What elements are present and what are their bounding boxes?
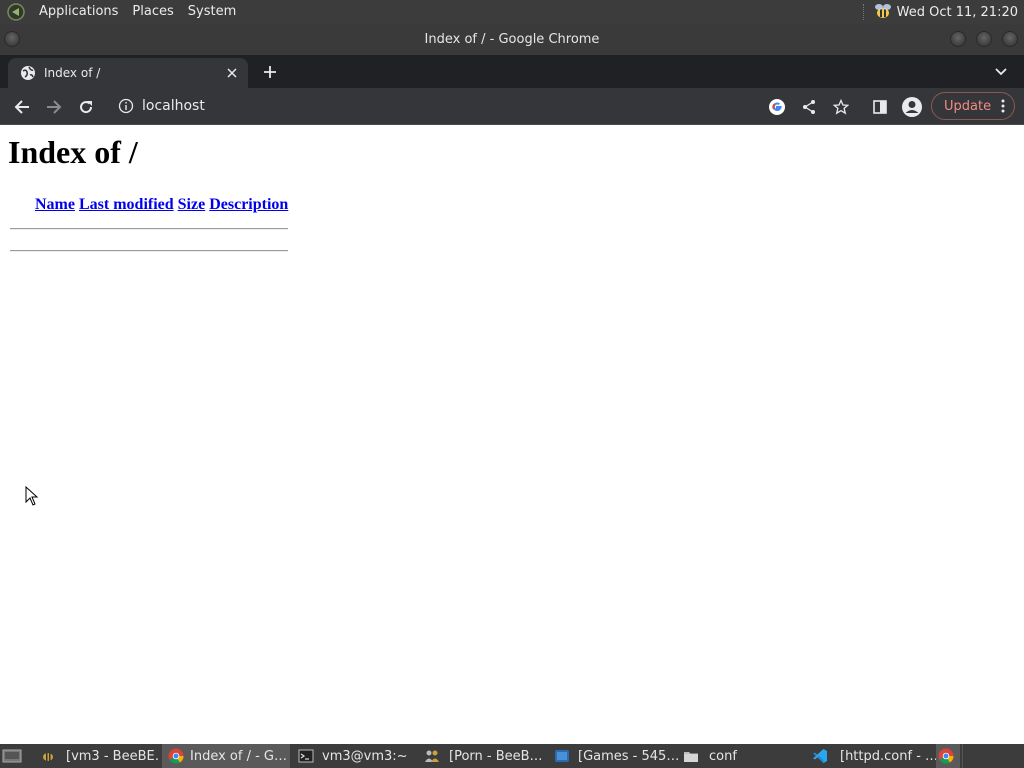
divider-bottom (10, 250, 288, 252)
sort-by-description-link[interactable]: Description (209, 196, 288, 214)
maximize-button[interactable] (976, 31, 992, 47)
task-label: [httpd.conf - … (840, 748, 936, 764)
task-label: [Porn - BeeB… (449, 748, 543, 764)
task-label: vm3@vm3:~ (322, 748, 408, 764)
applications-menu[interactable]: Applications (32, 0, 125, 24)
system-menu[interactable]: System (181, 0, 243, 24)
update-label: Update (944, 98, 992, 114)
reload-icon[interactable] (75, 96, 97, 118)
new-tab-icon[interactable] (260, 62, 280, 82)
kebab-menu-icon[interactable] (1000, 98, 1006, 114)
app-icon (554, 748, 570, 764)
panel-clock[interactable]: Wed Oct 11, 21:20 (897, 5, 1024, 20)
task-beebeep-porn[interactable]: [Porn - BeeB… (424, 744, 546, 768)
bee-tray-icon[interactable] (873, 2, 893, 22)
sort-by-name-link[interactable]: Name (35, 196, 75, 214)
task-label: [Games - 545… (578, 748, 678, 764)
url-text: localhost (142, 98, 205, 114)
top-panel: Applications Places System Wed Oct 11, 2… (0, 0, 1024, 24)
forward-arrow-icon[interactable] (43, 96, 65, 118)
close-window-button[interactable] (1002, 31, 1018, 47)
bee-icon (40, 748, 56, 764)
tray-separator (862, 4, 867, 20)
chrome-icon (168, 748, 184, 764)
listing-header-row: Name Last modified Size Description (10, 196, 288, 214)
chevron-down-icon[interactable] (991, 62, 1011, 82)
back-arrow-icon[interactable] (11, 96, 33, 118)
chrome-icon (938, 748, 954, 764)
task-chrome-extra[interactable] (936, 744, 960, 768)
distro-logo-icon[interactable] (6, 2, 26, 22)
taskbar: [vm3 - BeeBE… Index of / - G… vm3@vm3:~ … (0, 744, 1024, 768)
update-button[interactable]: Update (931, 92, 1015, 120)
task-label: conf (709, 748, 737, 764)
people-icon (424, 748, 440, 764)
google-lens-icon[interactable] (766, 96, 788, 118)
address-bar[interactable]: localhost (110, 92, 766, 120)
folder-icon (683, 748, 699, 764)
task-conf-folder[interactable]: conf (683, 744, 803, 768)
task-chrome-index[interactable]: Index of / - G… (162, 744, 290, 768)
tab-strip: Index of / (0, 55, 1024, 88)
task-beebeep-vm3[interactable]: [vm3 - BeeBE… (36, 744, 160, 768)
task-label: [vm3 - BeeBE… (66, 748, 160, 764)
sort-by-size-link[interactable]: Size (178, 196, 206, 214)
side-panel-icon[interactable] (869, 96, 891, 118)
task-label: Index of / - G… (190, 748, 287, 764)
info-icon[interactable] (118, 98, 134, 114)
minimize-button[interactable] (950, 31, 966, 47)
workspace-switcher[interactable] (962, 744, 1022, 768)
places-menu[interactable]: Places (125, 0, 180, 24)
window-titlebar[interactable]: Index of / - Google Chrome (0, 24, 1024, 55)
tab-title: Index of / (44, 66, 101, 80)
tab-index-of[interactable]: Index of / (8, 58, 248, 88)
directory-listing: Name Last modified Size Description (10, 196, 288, 252)
browser-toolbar: localhost Update (0, 88, 1024, 125)
terminal-icon (298, 748, 314, 764)
window-title: Index of / - Google Chrome (424, 32, 600, 47)
close-tab-icon[interactable] (224, 65, 240, 81)
profile-avatar-icon[interactable] (901, 96, 923, 118)
globe-icon (20, 65, 36, 81)
task-games[interactable]: [Games - 545… (554, 744, 678, 768)
window-menu-button[interactable] (4, 31, 20, 47)
show-desktop-icon[interactable] (2, 748, 22, 764)
page-content: Index of / Name Last modified Size Descr… (0, 126, 1024, 743)
share-icon[interactable] (798, 96, 820, 118)
task-terminal[interactable]: vm3@vm3:~ (296, 744, 416, 768)
page-heading: Index of / (8, 134, 138, 170)
vscode-icon (812, 748, 828, 764)
task-vscode-httpd[interactable]: [httpd.conf - … (812, 744, 936, 768)
sort-by-last-modified-link[interactable]: Last modified (79, 196, 174, 214)
divider-top (10, 228, 288, 230)
mouse-cursor-icon (25, 485, 39, 506)
bookmark-star-icon[interactable] (830, 96, 852, 118)
